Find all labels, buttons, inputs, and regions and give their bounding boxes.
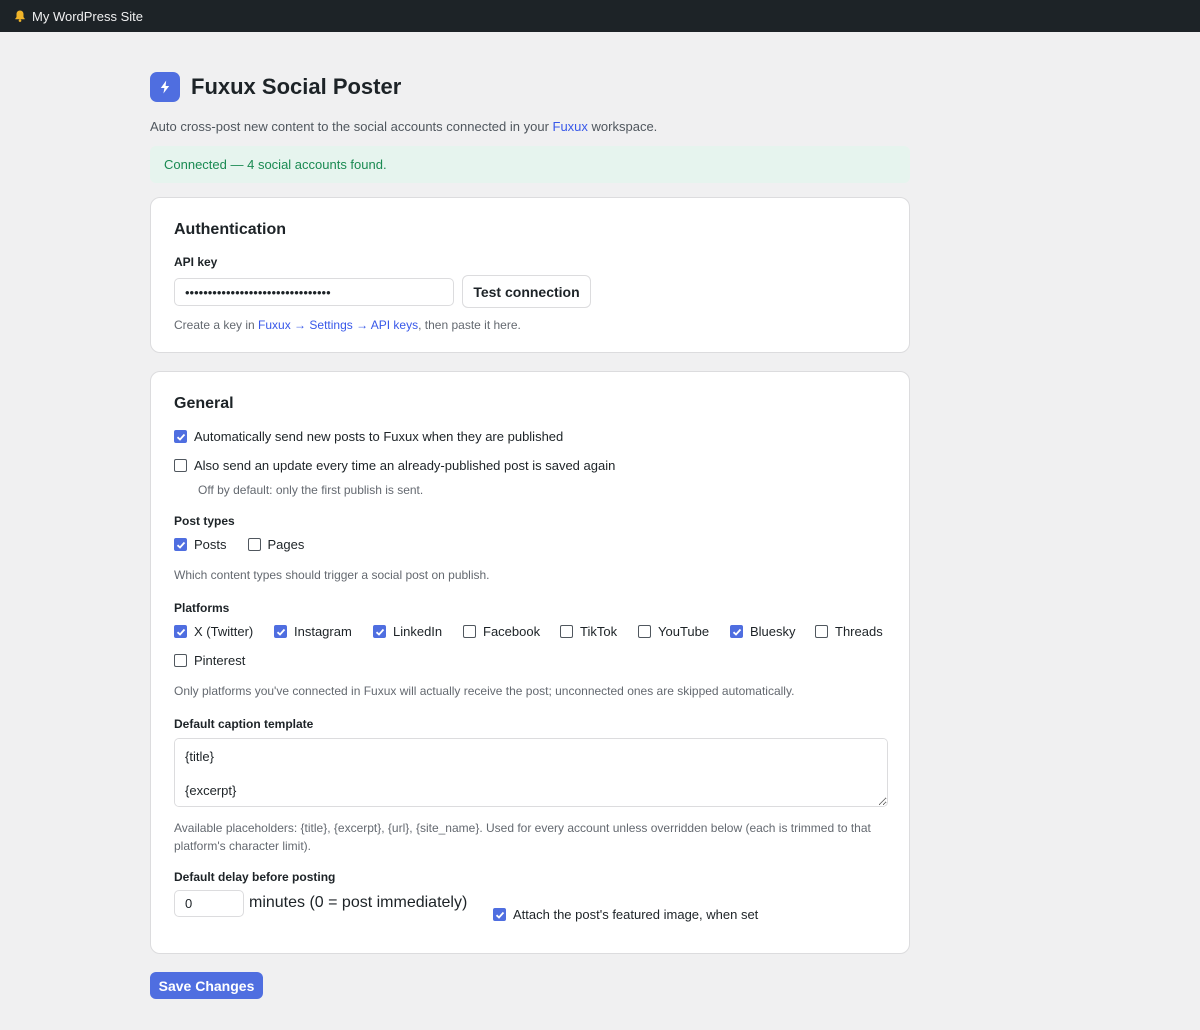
connection-notice: Connected — 4 social accounts found. xyxy=(150,146,910,183)
platform-youtube-checkbox[interactable]: YouTube xyxy=(638,624,709,639)
update-help: Off by default: only the first publish i… xyxy=(198,483,424,497)
post-type-pages-checkbox[interactable]: Pages xyxy=(247,537,304,552)
checkbox-box[interactable] xyxy=(493,908,506,921)
platform-facebook-checkbox[interactable]: Facebook xyxy=(463,624,540,639)
page-title: Fuxux Social Poster xyxy=(191,74,402,99)
platform-linkedin-checkbox[interactable]: LinkedIn xyxy=(373,624,442,639)
lightning-icon xyxy=(150,72,180,102)
delay-suffix: minutes (0 = post immediately) xyxy=(249,894,468,911)
checkbox-box[interactable] xyxy=(373,625,386,638)
checkbox-box[interactable] xyxy=(815,625,828,638)
checkbox-box[interactable] xyxy=(174,430,187,443)
api-keys-link[interactable]: Fuxux → Settings → API keys xyxy=(258,318,418,332)
checkbox-box[interactable] xyxy=(174,538,187,551)
caption-template-textarea[interactable] xyxy=(174,738,888,807)
authentication-heading: Authentication xyxy=(174,221,286,238)
admin-bar: My WordPress Site xyxy=(0,0,1200,32)
platform-pinterest-checkbox[interactable]: Pinterest xyxy=(174,653,245,668)
platform-bluesky-checkbox[interactable]: Bluesky xyxy=(730,624,796,639)
checkbox-box[interactable] xyxy=(174,459,187,472)
post-type-posts-checkbox[interactable]: Posts xyxy=(174,537,227,552)
checkbox-box[interactable] xyxy=(560,625,573,638)
checkbox-box[interactable] xyxy=(638,625,651,638)
platforms-label: Platforms xyxy=(174,601,230,615)
page-subtitle: Auto cross-post new content to the socia… xyxy=(150,119,658,134)
save-changes-button[interactable]: Save Changes xyxy=(150,972,263,999)
checkbox-box[interactable] xyxy=(174,625,187,638)
checkbox-box[interactable] xyxy=(463,625,476,638)
caption-template-label: Default caption template xyxy=(174,717,314,731)
checkbox-box[interactable] xyxy=(274,625,287,638)
attach-featured-image-checkbox[interactable]: Attach the post's featured image, when s… xyxy=(493,907,758,922)
notice-text: Connected — 4 social accounts found. xyxy=(164,157,387,172)
platform-threads-checkbox[interactable]: Threads xyxy=(815,624,883,639)
auto-send-checkbox[interactable]: Automatically send new posts to Fuxux wh… xyxy=(174,429,563,444)
post-types-help: Which content types should trigger a soc… xyxy=(174,568,490,582)
delay-label: Default delay before posting xyxy=(174,870,336,884)
post-types-label: Post types xyxy=(174,514,235,528)
page-header: Fuxux Social Poster xyxy=(150,72,910,102)
checkbox-box[interactable] xyxy=(730,625,743,638)
platform-x-checkbox[interactable]: X (Twitter) xyxy=(174,624,253,639)
caption-template-help: Available placeholders: {title}, {excerp… xyxy=(174,821,871,853)
api-key-input[interactable] xyxy=(174,278,454,306)
general-card: General Automatically send new posts to … xyxy=(150,371,910,954)
general-heading: General xyxy=(174,395,234,412)
fuxux-link[interactable]: Fuxux xyxy=(553,119,588,134)
platform-instagram-checkbox[interactable]: Instagram xyxy=(274,624,352,639)
test-connection-button[interactable]: Test connection xyxy=(462,275,591,308)
api-key-help: Create a key in Fuxux → Settings → API k… xyxy=(174,318,521,332)
platform-tiktok-checkbox[interactable]: TikTok xyxy=(560,624,617,639)
delay-minutes-input[interactable] xyxy=(174,890,244,917)
post-types-group: Posts Pages xyxy=(174,537,304,552)
platforms-help: Only platforms you've connected in Fuxux… xyxy=(174,684,795,698)
authentication-card: Authentication API key Test connection C… xyxy=(150,197,910,353)
site-name-link[interactable]: My WordPress Site xyxy=(32,9,143,24)
checkbox-box[interactable] xyxy=(247,538,261,551)
checkbox-box[interactable] xyxy=(174,654,187,667)
bell-icon[interactable] xyxy=(13,9,27,23)
settings-page: Fuxux Social Poster Auto cross-post new … xyxy=(150,32,910,999)
update-on-save-checkbox[interactable]: Also send an update every time an alread… xyxy=(174,458,615,473)
api-key-label: API key xyxy=(174,255,218,269)
